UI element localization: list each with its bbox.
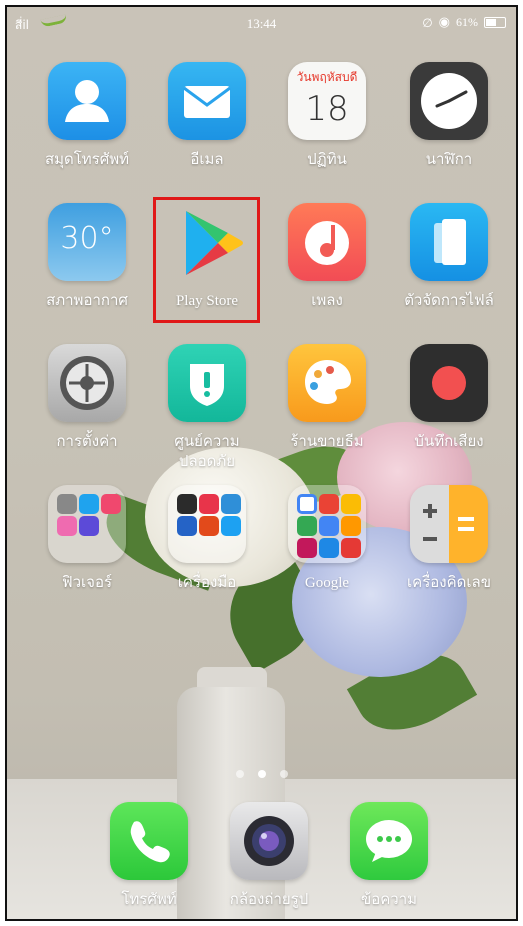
eye-protection-icon: ◉ <box>438 15 450 30</box>
app-label: ฟิวเจอร์ <box>61 575 113 591</box>
calendar-date: 18 <box>305 89 349 129</box>
app-label: เครื่องมือ <box>177 575 237 591</box>
app-clock[interactable]: นาฬิกา <box>389 62 509 170</box>
silent-icon: ∅ <box>422 15 433 30</box>
app-label: ศูนย์ความปลอดภัย <box>174 434 240 470</box>
calendar-day-name: วันพฤหัสบดี <box>296 70 358 84</box>
app-label: ตัวจัดการไฟล์ <box>404 293 494 309</box>
app-calendar[interactable]: วันพฤหัสบดี 18 ปฏิทิน <box>267 62 387 170</box>
app-label: Google <box>304 575 350 591</box>
app-label: ข้อความ <box>360 892 418 908</box>
highlight-box <box>153 197 260 323</box>
calculator-icon <box>410 485 488 563</box>
battery-icon <box>484 17 506 28</box>
calendar-icon: วันพฤหัสบดี 18 <box>288 62 366 140</box>
app-file-manager[interactable]: ตัวจัดการไฟล์ <box>389 203 509 311</box>
message-icon <box>350 802 428 880</box>
music-icon <box>288 203 366 281</box>
app-label: นาฬิกา <box>425 152 473 168</box>
home-screen: สี่il 13:44 ∅ ◉ 61% สมุดโทรศัพท์ อีเมล ว… <box>5 5 518 921</box>
app-label: สมุดโทรศัพท์ <box>44 152 130 168</box>
app-contacts[interactable]: สมุดโทรศัพท์ <box>27 62 147 170</box>
app-security-center[interactable]: ศูนย์ความปลอดภัย <box>147 344 267 472</box>
folder-tools[interactable]: เครื่องมือ <box>147 485 267 593</box>
app-label: กล้องถ่ายรูป <box>229 892 309 908</box>
app-label: โทรศัพท์ <box>121 892 177 908</box>
page-dot-active[interactable] <box>257 770 266 778</box>
app-label: อีเมล <box>190 152 224 168</box>
shield-icon <box>168 344 246 422</box>
app-theme-store[interactable]: ร้านขายธีม <box>267 344 387 452</box>
dock-camera[interactable]: กล้องถ่ายรูป <box>209 802 329 910</box>
dock-messages[interactable]: ข้อความ <box>329 802 449 910</box>
weather-icon: 30° <box>48 203 126 281</box>
folder-icon <box>288 485 366 563</box>
phone-icon <box>110 802 188 880</box>
contacts-icon <box>48 62 126 140</box>
settings-gear-icon <box>48 344 126 422</box>
app-settings[interactable]: การตั้งค่า <box>27 344 147 452</box>
app-label: ร้านขายธีม <box>290 434 364 450</box>
app-label: ปฏิทิน <box>307 152 347 168</box>
app-label: สภาพอากาศ <box>46 293 128 309</box>
app-calculator[interactable]: เครื่องคิดเลข <box>389 485 509 593</box>
page-indicator <box>7 765 516 783</box>
folder-icon <box>168 485 246 563</box>
app-recorder[interactable]: บันทึกเสียง <box>389 344 509 452</box>
clock-icon <box>410 62 488 140</box>
folder-icon <box>410 203 488 281</box>
page-dot[interactable] <box>279 770 288 778</box>
app-music[interactable]: เพลง <box>267 203 387 311</box>
app-label: บันทึกเสียง <box>414 434 484 450</box>
app-weather[interactable]: 30° สภาพอากาศ <box>27 203 147 311</box>
folder-google[interactable]: Google <box>267 485 387 593</box>
status-bar: สี่il 13:44 ∅ ◉ 61% <box>7 7 516 41</box>
app-email[interactable]: อีเมล <box>147 62 267 170</box>
record-icon <box>410 344 488 422</box>
dock-phone[interactable]: โทรศัพท์ <box>89 802 209 910</box>
camera-icon <box>230 802 308 880</box>
app-label: เพลง <box>311 293 343 309</box>
status-right: ∅ ◉ 61% <box>422 15 506 30</box>
app-label: เครื่องคิดเลข <box>407 575 491 591</box>
palette-icon <box>288 344 366 422</box>
app-label: การตั้งค่า <box>56 434 118 450</box>
folder-features[interactable]: ฟิวเจอร์ <box>27 485 147 593</box>
weather-temp: 30° <box>60 221 114 256</box>
page-dot[interactable] <box>235 770 244 778</box>
mail-icon <box>168 62 246 140</box>
battery-percent: 61% <box>456 15 478 29</box>
folder-icon <box>48 485 126 563</box>
